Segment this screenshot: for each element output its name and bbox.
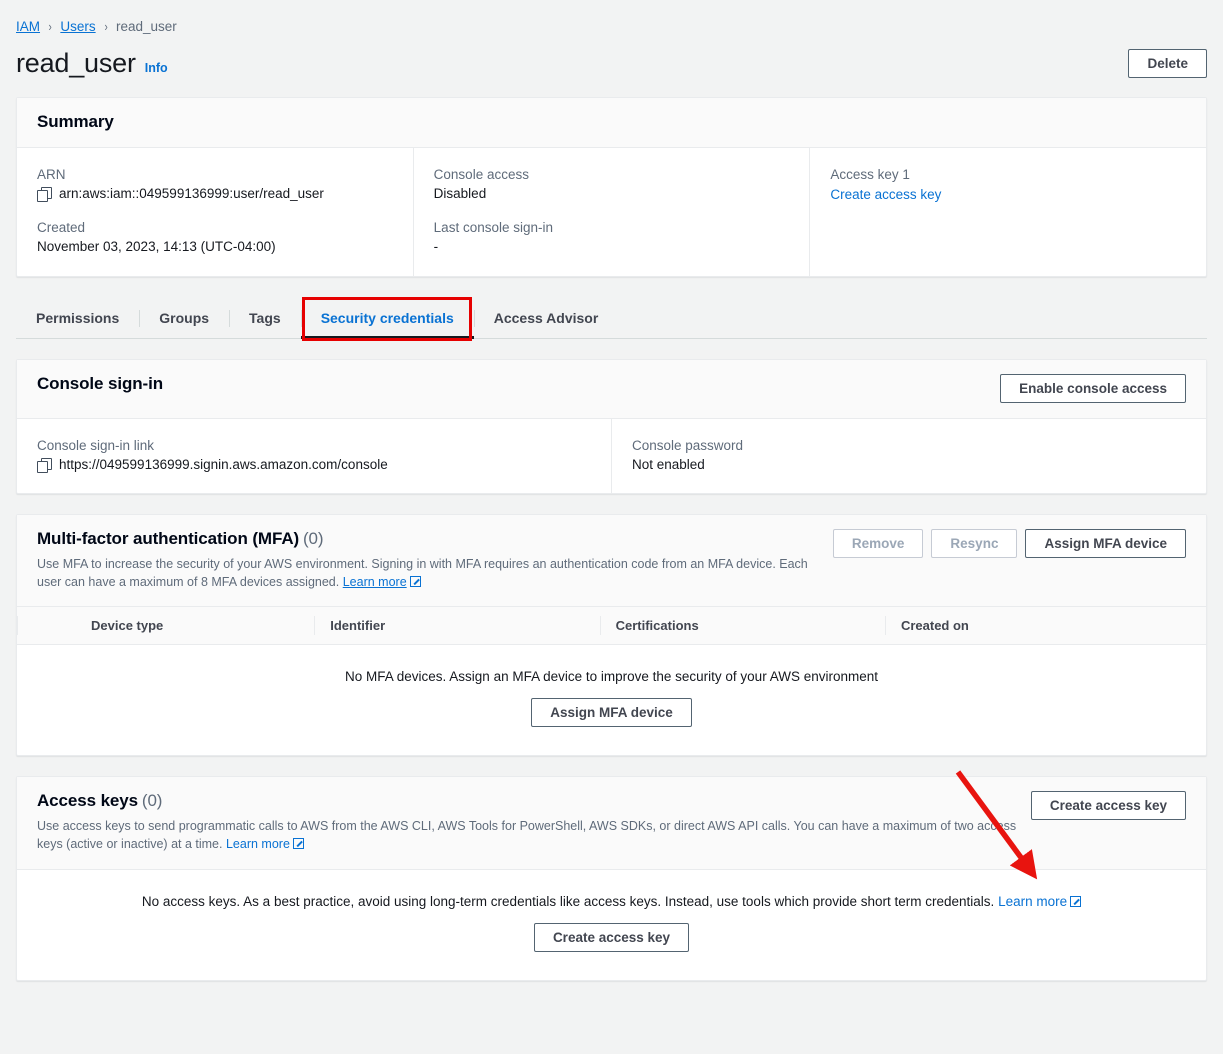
access-key-label: Access key 1 [830, 167, 910, 182]
console-signin-header: Console sign-in Enable console access [17, 360, 1206, 419]
mfa-title: Multi-factor authentication (MFA) [37, 529, 300, 548]
summary-create-access-key-link[interactable]: Create access key [830, 187, 941, 202]
access-keys-title: Access keys [37, 791, 138, 811]
copy-icon[interactable] [37, 457, 52, 473]
console-signin-link-value: https://049599136999.signin.aws.amazon.c… [59, 457, 388, 472]
breadcrumb-item-users[interactable]: Users [60, 19, 95, 34]
created-label: Created [37, 220, 86, 235]
console-signin-body: Console sign-in link https://04959913699… [17, 419, 1206, 493]
access-keys-empty-text: No access keys. As a best practice, avoi… [141, 893, 995, 909]
created-field: Created November 03, 2023, 14:13 (UTC-04… [37, 220, 393, 254]
console-signin-card: Console sign-in Enable console access Co… [16, 359, 1207, 494]
mfa-empty-cell: No MFA devices. Assign an MFA device to … [17, 645, 1206, 756]
delete-button[interactable]: Delete [1128, 49, 1207, 78]
console-access-field: Console access Disabled [434, 167, 790, 201]
console-access-label: Console access [433, 167, 529, 182]
console-access-value: Disabled [433, 186, 487, 201]
summary-card: Summary ARN arn:aws:iam::049599136999:us… [16, 97, 1207, 277]
arn-value-row: arn:aws:iam::049599136999:user/read_user [37, 186, 393, 202]
copy-icon[interactable] [37, 186, 52, 202]
breadcrumb: IAM › Users › read_user [0, 0, 1223, 34]
access-keys-header-text: Access keys (0) Use access keys to send … [37, 791, 1031, 853]
mfa-table-body: No MFA devices. Assign an MFA device to … [17, 645, 1206, 756]
mfa-actions: Remove Resync Assign MFA device [832, 529, 1186, 558]
mfa-description: Use MFA to increase the security of your… [37, 557, 808, 590]
last-signin-value: - [433, 239, 439, 254]
assign-mfa-device-button[interactable]: Assign MFA device [1025, 529, 1186, 558]
tab-access-advisor[interactable]: Access Advisor [473, 299, 619, 338]
tab-tags[interactable]: Tags [229, 299, 301, 338]
summary-title: Summary [37, 112, 114, 131]
external-link-icon [292, 838, 304, 850]
mfa-learn-more-link[interactable]: Learn more [343, 575, 407, 589]
mfa-empty-row: No MFA devices. Assign an MFA device to … [17, 645, 1206, 756]
mfa-remove-button[interactable]: Remove [832, 529, 924, 558]
tab-security-credentials[interactable]: Security credentials [300, 299, 474, 339]
breadcrumb-item-iam[interactable]: IAM [16, 19, 40, 34]
create-access-key-button[interactable]: Create access key [1030, 791, 1186, 821]
created-value: November 03, 2023, 14:13 (UTC-04:00) [37, 239, 276, 254]
mfa-col-identifier: Identifier [314, 607, 600, 646]
access-keys-actions: Create access key [1030, 791, 1186, 821]
access-key-field: Access key 1 Create access key [830, 167, 1186, 202]
enable-console-access-button[interactable]: Enable console access [1000, 374, 1186, 403]
mfa-col-certifications: Certifications [599, 607, 885, 646]
mfa-resync-button[interactable]: Resync [931, 529, 1018, 558]
summary-card-header: Summary [17, 98, 1206, 148]
mfa-empty-assign-button[interactable]: Assign MFA device [531, 698, 692, 728]
mfa-col-created-on: Created on [884, 607, 1206, 646]
mfa-description-row: Use MFA to increase the security of your… [37, 555, 833, 591]
mfa-card: Multi-factor authentication (MFA) (0) Us… [16, 514, 1207, 757]
console-password-field: Console password Not enabled [612, 419, 1206, 493]
mfa-empty-text: No MFA devices. Assign an MFA device to … [345, 669, 878, 685]
access-keys-empty-learn-more-link[interactable]: Learn more [998, 894, 1067, 909]
page-title: read_user [16, 48, 136, 78]
mfa-col-device-type: Device type [17, 607, 315, 646]
tab-groups[interactable]: Groups [139, 299, 229, 338]
summary-column-identity: ARN arn:aws:iam::049599136999:user/read_… [17, 148, 414, 276]
access-keys-description-row: Use access keys to send programmatic cal… [37, 817, 1031, 853]
access-keys-body: No access keys. As a best practice, avoi… [17, 868, 1206, 980]
breadcrumb-separator-icon: › [104, 19, 108, 34]
last-signin-label: Last console sign-in [433, 220, 553, 235]
access-keys-empty-state: No access keys. As a best practice, avoi… [17, 870, 1206, 980]
mfa-table-header-row: Device type Identifier Certifications Cr… [17, 607, 1206, 646]
access-keys-empty-text-row: No access keys. As a best practice, avoi… [37, 894, 1186, 909]
arn-label: ARN [37, 167, 66, 182]
summary-column-access-key: Access key 1 Create access key [810, 148, 1206, 276]
mfa-table-header: Device type Identifier Certifications Cr… [17, 607, 1206, 646]
mfa-count: (0) [302, 529, 324, 548]
breadcrumb-item-current: read_user [115, 19, 177, 34]
breadcrumb-separator-icon: › [48, 19, 52, 34]
access-keys-learn-more-link[interactable]: Learn more [226, 837, 290, 851]
info-link[interactable]: Info [145, 61, 168, 75]
arn-value: arn:aws:iam::049599136999:user/read_user [59, 186, 324, 201]
external-link-icon [409, 576, 421, 588]
console-password-label: Console password [632, 438, 744, 453]
external-link-icon [1070, 895, 1082, 907]
page-title-group: read_user Info [16, 48, 168, 79]
arn-field: ARN arn:aws:iam::049599136999:user/read_… [37, 167, 393, 202]
console-password-value: Not enabled [632, 457, 705, 472]
tab-permissions[interactable]: Permissions [16, 299, 139, 338]
access-keys-header: Access keys (0) Use access keys to send … [17, 777, 1206, 869]
tab-bar: Permissions Groups Tags Security credent… [16, 297, 1207, 341]
summary-column-console: Console access Disabled Last console sig… [414, 148, 811, 276]
console-signin-actions: Enable console access [1000, 374, 1186, 403]
access-keys-count: (0) [141, 791, 163, 811]
console-signin-link-field: Console sign-in link https://04959913699… [17, 419, 612, 493]
last-signin-field: Last console sign-in - [434, 220, 790, 254]
mfa-header-text: Multi-factor authentication (MFA) (0) Us… [37, 529, 833, 591]
console-signin-link-label: Console sign-in link [37, 438, 155, 453]
mfa-header: Multi-factor authentication (MFA) (0) Us… [17, 515, 1206, 608]
access-keys-empty-create-button[interactable]: Create access key [533, 922, 690, 952]
summary-body: ARN arn:aws:iam::049599136999:user/read_… [17, 148, 1206, 276]
console-signin-link-row: https://049599136999.signin.aws.amazon.c… [37, 457, 591, 473]
access-keys-card: Access keys (0) Use access keys to send … [16, 776, 1207, 981]
page-header: read_user Info Delete [0, 34, 1223, 79]
console-signin-title: Console sign-in [37, 374, 164, 393]
mfa-table: Device type Identifier Certifications Cr… [17, 607, 1206, 755]
access-keys-description: Use access keys to send programmatic cal… [37, 819, 1017, 852]
